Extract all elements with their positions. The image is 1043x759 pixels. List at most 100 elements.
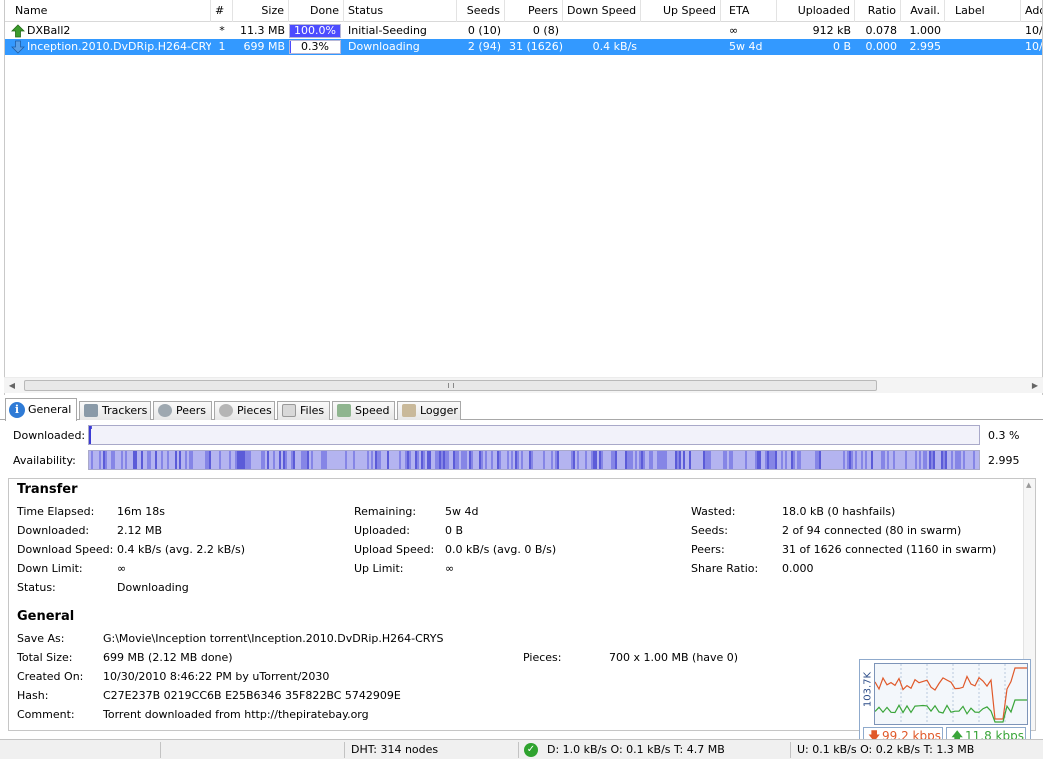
torrent-list[interactable]: Name # Size Done Status Seeds Peers Down… [4,0,1043,395]
seeds-label: Seeds: [691,524,728,537]
peers-value: 31 of 1626 connected (1160 in swarm) [782,543,997,556]
column-header-status[interactable]: Status [344,0,457,22]
torrent-row[interactable]: DXBall2 * 11.3 MB 100.0% Initial-Seeding… [5,23,1043,39]
column-header-added[interactable]: Add [1021,0,1042,22]
tab-files[interactable]: Files [277,401,330,420]
torrent-added: 10/3 [1025,40,1043,53]
scrollbar-thumb[interactable] [24,380,877,391]
comment-value: Torrent downloaded from http://thepirate… [103,708,369,721]
tab-pieces[interactable]: Pieces [214,401,275,420]
downloaded-progress-marker [89,426,91,444]
column-header-ratio[interactable]: Ratio [855,0,901,22]
tab-trackers[interactable]: Trackers [79,401,151,420]
save-as-label: Save As: [17,632,65,645]
status-empty [160,742,340,758]
torrent-number: * [219,24,225,37]
torrent-down-speed [563,23,641,39]
torrent-done-text: 100.0% [294,24,336,37]
download-totals: D: 1.0 kB/s O: 0.1 kB/s T: 4.7 MB [547,743,725,756]
wasted-label: Wasted: [691,505,736,518]
torrent-size: 11.3 MB [239,24,285,37]
torrent-seeds: 2 (94) [467,40,501,53]
tab-label: Speed [355,404,390,417]
column-header-eta[interactable]: ETA [721,0,777,22]
torrent-done-progress: 0.3% [289,40,341,54]
torrent-size: 699 MB [243,40,285,53]
torrent-name: DXBall2 [27,24,71,37]
scroll-right-icon[interactable]: ▶ [1027,378,1043,394]
speed-icon [337,404,351,417]
column-header-label[interactable]: Label [945,0,1021,22]
column-header-done[interactable]: Done [289,0,344,22]
tab-label: Peers [176,404,207,417]
column-header-peers[interactable]: Peers [505,0,563,22]
column-header-number[interactable]: # [211,0,233,22]
created-on-label: Created On: [17,670,84,683]
created-on-value: 10/30/2010 8:46:22 PM by uTorrent/2030 [103,670,330,683]
seeds-value: 2 of 94 connected (80 in swarm) [782,524,962,537]
torrent-uploaded: 0 B [832,40,851,53]
column-header-name[interactable]: Name [5,0,211,22]
torrent-added: 10/3 [1025,24,1043,37]
tab-speed[interactable]: Speed [332,401,395,420]
hash-value: C27E237B 0219CC6B E25B6346 35F822BC 5742… [103,689,401,702]
up-limit-value: ∞ [445,562,455,575]
total-size-label: Total Size: [17,651,73,664]
speed-widget[interactable]: 103.7K 🡇 99.2 kbps 🡅 11.8 kbps [859,659,1031,745]
tab-logger[interactable]: Logger [397,401,461,420]
torrent-availability: 1.000 [909,24,942,37]
share-ratio-value: 0.000 [782,562,814,575]
torrent-ratio: 0.000 [865,40,898,53]
torrent-ratio: 0.078 [865,24,898,37]
scroll-up-icon[interactable]: ▲ [1026,481,1031,489]
scroll-left-icon[interactable]: ◀ [4,378,20,394]
availability-value: 2.995 [988,454,1020,467]
tab-label: Logger [420,404,458,417]
download-speed-value: 0.4 kB/s (avg. 2.2 kB/s) [117,543,245,556]
tab-general[interactable]: i General [5,398,77,421]
torrent-eta: 5w 4d [729,40,763,53]
horizontal-scrollbar[interactable]: ◀ ▶ [4,377,1043,393]
upload-totals: U: 0.1 kB/s O: 0.2 kB/s T: 1.3 MB [790,742,1043,758]
network-status[interactable]: ✓ D: 1.0 kB/s O: 0.1 kB/s T: 4.7 MB [518,742,788,758]
save-as-value: G:\Movie\Inception torrent\Inception.201… [103,632,444,645]
torrent-done-text: 0.3% [301,40,329,53]
torrent-name: Inception.2010.DvDRip.H264-CRYS [27,40,211,53]
torrent-peers: 0 (8) [532,24,559,37]
column-header-availability[interactable]: Avail. [901,0,945,22]
column-header-seeds[interactable]: Seeds [457,0,505,22]
upload-speed-value: 0.0 kB/s (avg. 0 B/s) [445,543,557,556]
speed-graph-svg [875,664,1027,724]
column-header-uploaded[interactable]: Uploaded [777,0,855,22]
downloaded-label: Downloaded: [13,429,86,442]
grip-icon [447,383,454,388]
logger-icon [402,404,416,417]
detail-tabs: i General Trackers Peers Pieces Files Sp… [0,397,1043,421]
availability-label: Availability: [13,454,76,467]
column-header-size[interactable]: Size [233,0,289,22]
torrent-row-selected[interactable]: Inception.2010.DvDRip.H264-CRYS 1 699 MB… [5,39,1043,55]
share-ratio-label: Share Ratio: [691,562,759,575]
tab-peers[interactable]: Peers [153,401,212,420]
remaining-value: 5w 4d [445,505,479,518]
status-label: Status: [17,581,56,594]
speed-graph-scale: 103.7K [862,671,874,708]
tab-label: General [28,403,72,416]
upload-speed-label: Upload Speed: [354,543,435,556]
torrent-up-speed [641,23,721,39]
torrent-label [945,39,1021,55]
transfer-heading: Transfer [17,482,78,497]
column-header-down-speed[interactable]: Down Speed [563,0,641,22]
speed-graph [874,663,1028,725]
general-heading: General [17,609,75,624]
wasted-value: 18.0 kB (0 hashfails) [782,505,896,518]
files-icon [282,404,296,417]
peers-label: Peers: [691,543,725,556]
torrent-status: Downloading [348,40,420,53]
tab-label: Trackers [102,404,148,417]
remaining-label: Remaining: [354,505,417,518]
down-limit-label: Down Limit: [17,562,83,575]
availability-stripe [979,451,980,469]
column-header-up-speed[interactable]: Up Speed [641,0,721,22]
up-limit-label: Up Limit: [354,562,404,575]
